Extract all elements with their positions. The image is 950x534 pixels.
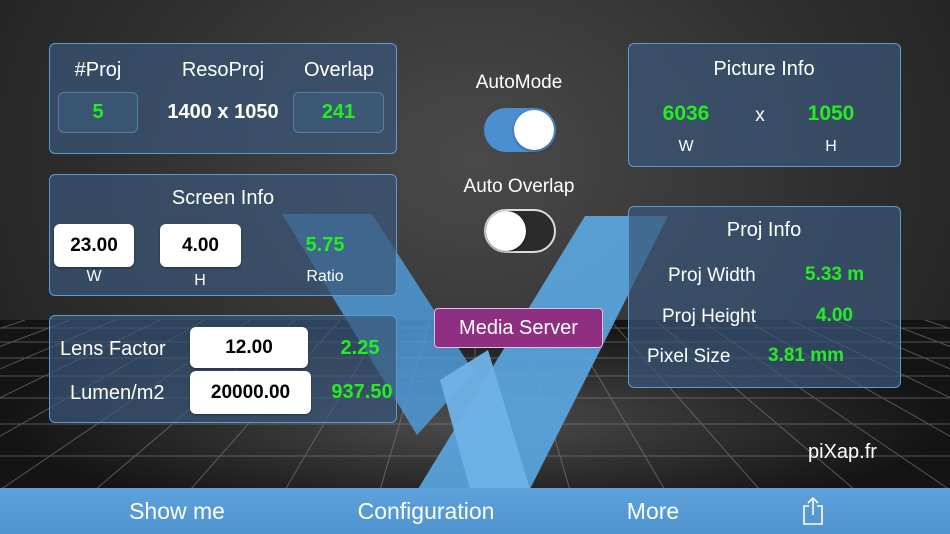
lumen-label: Lumen/m2 [70, 382, 165, 404]
lens-factor-result: 2.25 [340, 337, 380, 359]
screen-width-input[interactable]: 23.00 [54, 224, 134, 267]
lens-factor-label: Lens Factor [60, 338, 166, 360]
proj-height-label: Proj Height [662, 306, 756, 327]
automode-toggle[interactable] [484, 108, 556, 152]
overlap-value[interactable]: 241 [293, 92, 384, 133]
pixap-watermark: piXap.fr [808, 441, 877, 463]
pixel-size-value: 3.81 mm [768, 345, 845, 366]
proj-info-title: Proj Info [726, 219, 802, 241]
tab-show-me[interactable]: Show me [129, 498, 225, 525]
toggle-knob [486, 211, 526, 251]
reso-proj-label: ResoProj [181, 59, 265, 81]
proj-width-value: 5.33 m [805, 264, 865, 285]
screen-width-label: W [86, 268, 102, 285]
screen-ratio-value: 5.75 [305, 234, 345, 256]
screen-ratio-label: Ratio [306, 268, 344, 285]
media-server-button[interactable]: Media Server [434, 308, 603, 348]
picture-height-value: 1050 [807, 102, 855, 125]
auto-overlap-label: Auto Overlap [463, 176, 575, 197]
screen-info-title: Screen Info [171, 187, 275, 209]
screen-height-input[interactable]: 4.00 [160, 224, 241, 267]
lens-factor-input[interactable]: 12.00 [190, 327, 308, 368]
tab-more[interactable]: More [627, 498, 679, 525]
automode-label: AutoMode [475, 72, 563, 93]
overlap-label: Overlap [303, 59, 375, 81]
pixel-size-label: Pixel Size [647, 346, 731, 367]
auto-overlap-toggle[interactable] [484, 209, 556, 253]
picture-width-label: W [678, 138, 694, 155]
proj-count-label: #Proj [74, 59, 122, 81]
lumen-input[interactable]: 20000.00 [190, 371, 311, 414]
reso-proj-value[interactable]: 1400 x 1050 [167, 101, 278, 124]
picture-width-value: 6036 [662, 102, 710, 125]
lumen-result: 937.50 [331, 381, 393, 403]
proj-width-label: Proj Width [668, 265, 756, 286]
share-icon[interactable] [801, 496, 825, 526]
bottom-tab-bar: Show me Configuration More [0, 488, 950, 534]
picture-info-title: Picture Info [713, 58, 815, 80]
tab-configuration[interactable]: Configuration [358, 498, 495, 525]
picture-size-separator: x [755, 105, 765, 126]
screen-height-label: H [194, 272, 206, 289]
proj-count-value[interactable]: 5 [58, 92, 138, 133]
toggle-knob [514, 110, 554, 150]
picture-height-label: H [825, 138, 837, 155]
proj-height-value: 4.00 [816, 305, 853, 326]
